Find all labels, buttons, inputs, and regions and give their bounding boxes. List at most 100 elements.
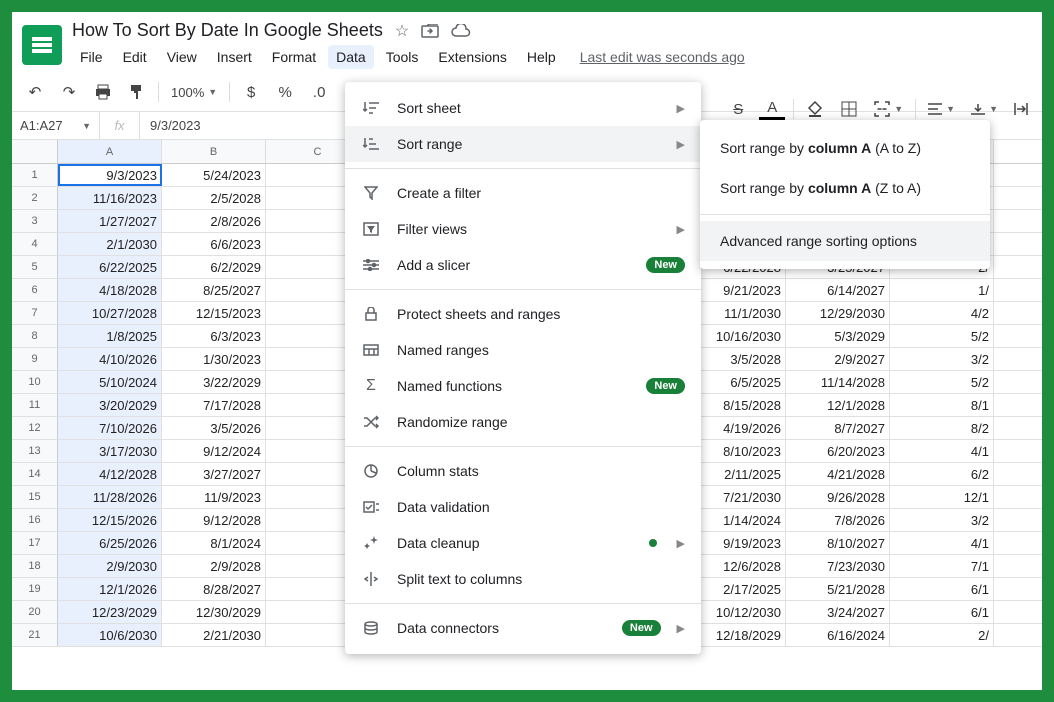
cell[interactable]: 12/1 bbox=[890, 486, 994, 508]
cell[interactable]: 1/30/2023 bbox=[162, 348, 266, 370]
cell[interactable]: 2/21/2030 bbox=[162, 624, 266, 646]
strikethrough-button[interactable]: S bbox=[725, 96, 751, 122]
cell[interactable]: 8/28/2027 bbox=[162, 578, 266, 600]
menu-data-cleanup[interactable]: Data cleanup ▶ bbox=[345, 525, 701, 561]
print-button[interactable] bbox=[90, 79, 116, 105]
row-header[interactable]: 14 bbox=[12, 463, 58, 485]
row-header[interactable]: 2 bbox=[12, 187, 58, 209]
cell[interactable]: 4/18/2028 bbox=[58, 279, 162, 301]
undo-button[interactable]: ↶ bbox=[22, 79, 48, 105]
cell[interactable]: 5/2 bbox=[890, 371, 994, 393]
cell[interactable]: 5/2 bbox=[890, 325, 994, 347]
menu-add-slicer[interactable]: Add a slicer New bbox=[345, 247, 701, 283]
move-icon[interactable] bbox=[421, 24, 439, 38]
cell[interactable]: 12/1/2026 bbox=[58, 578, 162, 600]
cell[interactable]: 5/24/2023 bbox=[162, 164, 266, 186]
cell[interactable]: 2/9/2028 bbox=[162, 555, 266, 577]
menu-sort-range[interactable]: Sort range ▶ bbox=[345, 126, 701, 162]
row-header[interactable]: 1 bbox=[12, 164, 58, 186]
cell[interactable]: 6/1 bbox=[890, 578, 994, 600]
cell[interactable]: 3/22/2029 bbox=[162, 371, 266, 393]
cell[interactable]: 4/21/2028 bbox=[786, 463, 890, 485]
row-header[interactable]: 17 bbox=[12, 532, 58, 554]
cell[interactable]: 4/12/2028 bbox=[58, 463, 162, 485]
cell[interactable]: 2/ bbox=[890, 624, 994, 646]
row-header[interactable]: 19 bbox=[12, 578, 58, 600]
menu-named-functions[interactable]: Σ Named functions New bbox=[345, 368, 701, 404]
borders-button[interactable] bbox=[836, 96, 862, 122]
cell[interactable]: 9/26/2028 bbox=[786, 486, 890, 508]
menu-randomize[interactable]: Randomize range bbox=[345, 404, 701, 440]
cell[interactable]: 8/25/2027 bbox=[162, 279, 266, 301]
menu-named-ranges[interactable]: Named ranges bbox=[345, 332, 701, 368]
menu-insert[interactable]: Insert bbox=[209, 45, 260, 69]
menu-column-stats[interactable]: Column stats bbox=[345, 453, 701, 489]
cell[interactable]: 2/1/2030 bbox=[58, 233, 162, 255]
cell[interactable]: 8/10/2027 bbox=[786, 532, 890, 554]
cell[interactable]: 7/17/2028 bbox=[162, 394, 266, 416]
row-header[interactable]: 11 bbox=[12, 394, 58, 416]
cell[interactable]: 12/1/2028 bbox=[786, 394, 890, 416]
row-header[interactable]: 21 bbox=[12, 624, 58, 646]
col-header-A[interactable]: A bbox=[58, 140, 162, 163]
fill-color-button[interactable] bbox=[802, 96, 828, 122]
menu-format[interactable]: Format bbox=[264, 45, 324, 69]
cell[interactable]: 10/27/2028 bbox=[58, 302, 162, 324]
cell[interactable]: 5/21/2028 bbox=[786, 578, 890, 600]
currency-button[interactable]: $ bbox=[238, 79, 264, 105]
cell[interactable]: 4/10/2026 bbox=[58, 348, 162, 370]
row-header[interactable]: 4 bbox=[12, 233, 58, 255]
cell[interactable]: 11/9/2023 bbox=[162, 486, 266, 508]
cell[interactable]: 11/28/2026 bbox=[58, 486, 162, 508]
cell[interactable]: 9/3/2023 bbox=[58, 164, 162, 186]
cell[interactable]: 3/2 bbox=[890, 509, 994, 531]
cell[interactable]: 6/2/2029 bbox=[162, 256, 266, 278]
valign-button[interactable]: ▼ bbox=[967, 103, 1002, 115]
cell[interactable]: 1/27/2027 bbox=[58, 210, 162, 232]
cell[interactable]: 5/10/2024 bbox=[58, 371, 162, 393]
cell[interactable]: 6/2 bbox=[890, 463, 994, 485]
row-header[interactable]: 10 bbox=[12, 371, 58, 393]
row-header[interactable]: 7 bbox=[12, 302, 58, 324]
star-icon[interactable]: ☆ bbox=[395, 21, 409, 41]
cell[interactable]: 3/27/2027 bbox=[162, 463, 266, 485]
paint-format-button[interactable] bbox=[124, 79, 150, 105]
cell[interactable]: 3/17/2030 bbox=[58, 440, 162, 462]
cell[interactable]: 8/7/2027 bbox=[786, 417, 890, 439]
cell[interactable]: 8/1/2024 bbox=[162, 532, 266, 554]
cell[interactable]: 4/1 bbox=[890, 532, 994, 554]
menu-file[interactable]: File bbox=[72, 45, 111, 69]
cell[interactable]: 8/1 bbox=[890, 394, 994, 416]
col-header-B[interactable]: B bbox=[162, 140, 266, 163]
cell[interactable]: 2/8/2026 bbox=[162, 210, 266, 232]
cell[interactable]: 6/16/2024 bbox=[786, 624, 890, 646]
cell[interactable]: 3/2 bbox=[890, 348, 994, 370]
cell[interactable]: 12/15/2023 bbox=[162, 302, 266, 324]
cell[interactable]: 12/15/2026 bbox=[58, 509, 162, 531]
cell[interactable]: 6/3/2023 bbox=[162, 325, 266, 347]
cell[interactable]: 12/30/2029 bbox=[162, 601, 266, 623]
cell[interactable]: 6/14/2027 bbox=[786, 279, 890, 301]
menu-create-filter[interactable]: Create a filter bbox=[345, 175, 701, 211]
cell[interactable]: 6/20/2023 bbox=[786, 440, 890, 462]
cell[interactable]: 2/9/2030 bbox=[58, 555, 162, 577]
cell[interactable]: 6/1 bbox=[890, 601, 994, 623]
cell[interactable]: 4/2 bbox=[890, 302, 994, 324]
percent-button[interactable]: % bbox=[272, 79, 298, 105]
row-header[interactable]: 3 bbox=[12, 210, 58, 232]
wrap-button[interactable] bbox=[1010, 103, 1032, 115]
cell[interactable]: 5/3/2029 bbox=[786, 325, 890, 347]
menu-data[interactable]: Data bbox=[328, 45, 374, 69]
row-header[interactable]: 8 bbox=[12, 325, 58, 347]
cell[interactable]: 6/6/2023 bbox=[162, 233, 266, 255]
cell[interactable]: 7/8/2026 bbox=[786, 509, 890, 531]
text-color-button[interactable]: A bbox=[759, 98, 785, 120]
cell[interactable]: 9/12/2028 bbox=[162, 509, 266, 531]
cell[interactable]: 7/1 bbox=[890, 555, 994, 577]
formula-value[interactable]: 9/3/2023 bbox=[140, 118, 211, 133]
cloud-icon[interactable] bbox=[451, 24, 471, 38]
cell[interactable]: 12/29/2030 bbox=[786, 302, 890, 324]
cell[interactable]: 8/2 bbox=[890, 417, 994, 439]
cell[interactable]: 11/16/2023 bbox=[58, 187, 162, 209]
menu-data-connectors[interactable]: Data connectors New ▶ bbox=[345, 610, 701, 646]
